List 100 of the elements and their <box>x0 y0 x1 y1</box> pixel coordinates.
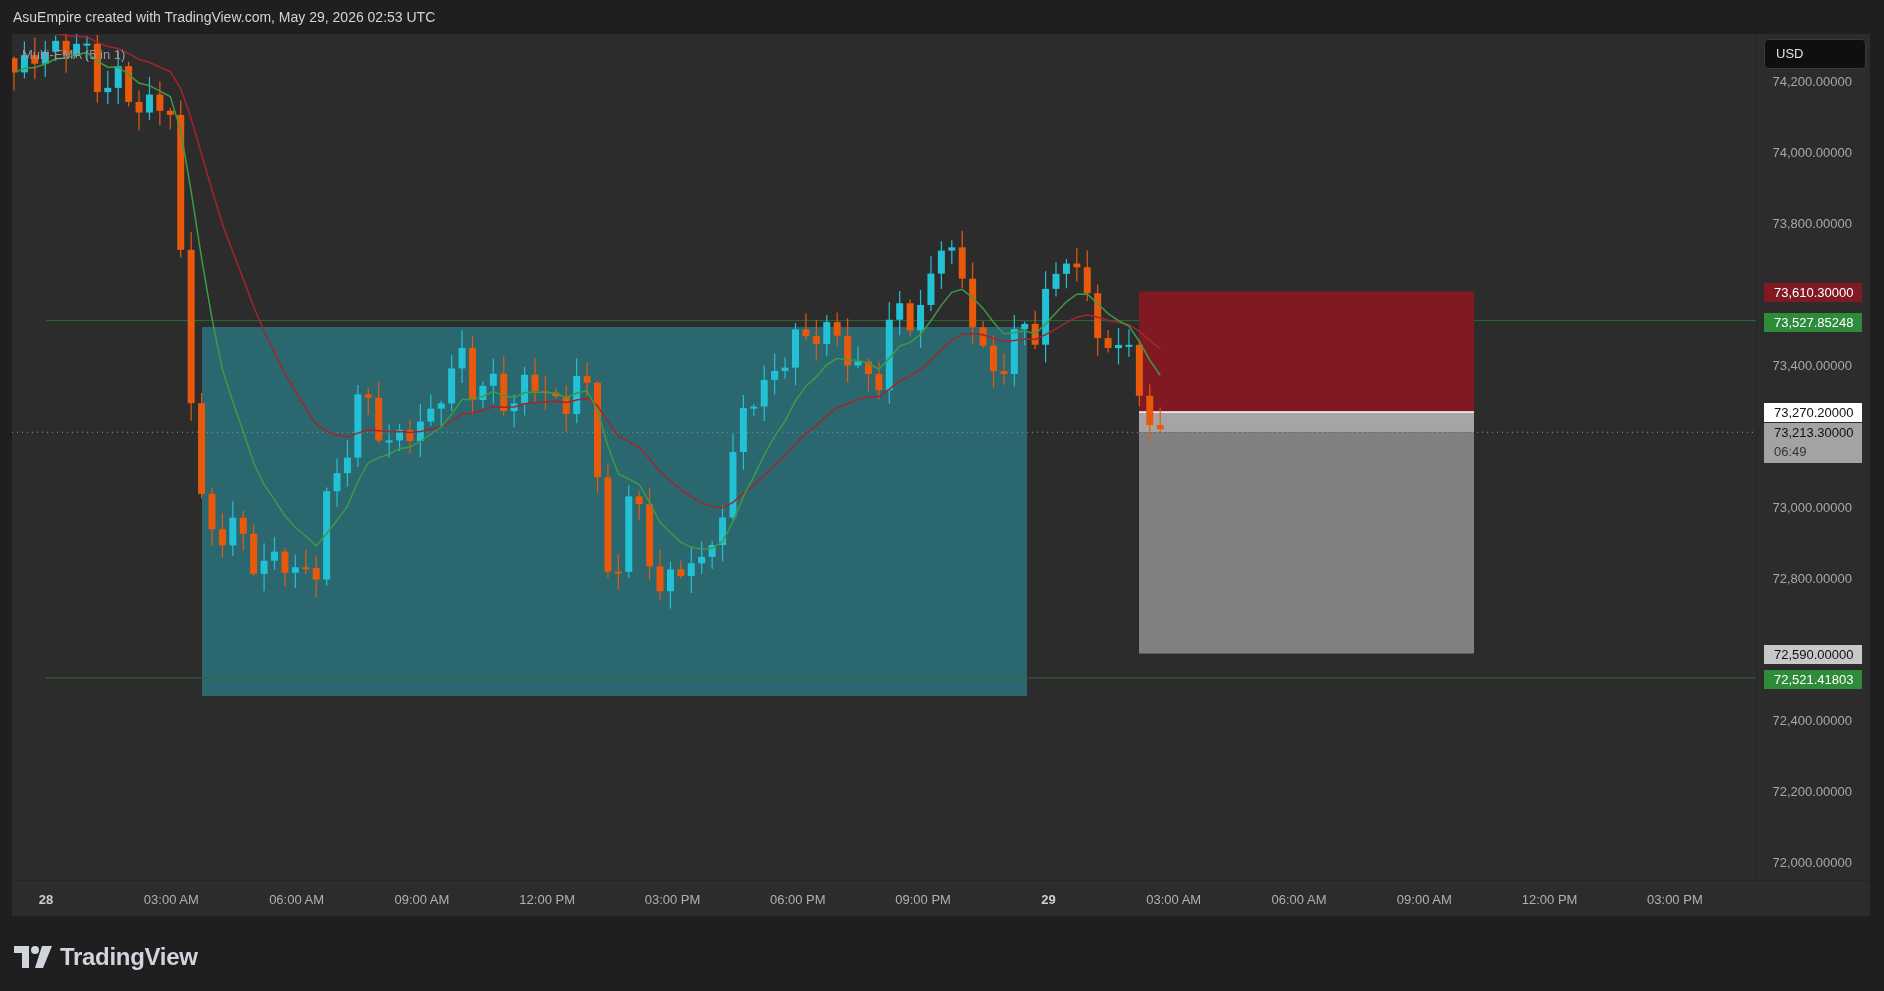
candle <box>406 418 414 454</box>
candle <box>635 490 643 521</box>
candle <box>312 555 320 598</box>
candle <box>531 357 539 403</box>
candle <box>1073 247 1081 283</box>
price-tag: 72,590.00000 <box>1764 645 1862 664</box>
candle <box>104 70 112 105</box>
candle <box>1031 310 1039 350</box>
time-label: 09:00 AM <box>394 891 450 909</box>
candle <box>979 320 987 349</box>
candle <box>823 314 831 357</box>
candle <box>1000 352 1008 386</box>
candle <box>375 380 383 444</box>
candle <box>833 311 841 348</box>
time-label: 12:00 PM <box>519 891 575 909</box>
candle <box>562 384 570 432</box>
candle <box>677 559 685 580</box>
time-label: 29 <box>1041 891 1056 909</box>
time-label: 03:00 AM <box>1146 891 1202 909</box>
candle <box>156 80 164 126</box>
candle <box>1146 383 1154 443</box>
price-label: 74,200.00000 <box>1772 74 1852 90</box>
chart-caption: AsuEmpire created with TradingView.com, May 29, 2026 02:53 UTC <box>13 7 436 27</box>
candle <box>500 356 508 417</box>
time-label: 06:00 PM <box>769 891 826 909</box>
price-label: 72,400.00000 <box>1772 713 1852 729</box>
candle <box>281 547 289 587</box>
candle <box>239 510 247 552</box>
candle <box>875 360 883 400</box>
candle <box>271 536 278 571</box>
candle <box>458 329 466 384</box>
candle <box>12 55 18 91</box>
time-label: 06:00 AM <box>1271 891 1327 909</box>
price-tag: 73,610.30000 <box>1764 283 1862 302</box>
candle <box>1115 327 1122 365</box>
candle <box>666 560 674 610</box>
candle <box>291 554 299 589</box>
candle <box>385 423 393 459</box>
price-tag: 73,527.85248 <box>1764 313 1862 332</box>
time-label: 28 <box>38 891 54 909</box>
candle <box>1021 320 1029 346</box>
candle <box>990 334 997 389</box>
candle <box>948 239 956 265</box>
time-label: 03:00 AM <box>143 891 199 909</box>
candle <box>208 487 216 547</box>
candle <box>229 500 237 557</box>
candle <box>448 354 456 412</box>
candle <box>145 76 153 121</box>
time-label: 03:00 PM <box>644 891 701 909</box>
candle <box>937 240 945 290</box>
candle <box>698 541 706 575</box>
candle <box>896 290 904 336</box>
candle <box>510 394 518 429</box>
candle <box>552 386 560 400</box>
candle <box>343 439 351 488</box>
price-tag: 73,213.30000 06:49 <box>1764 423 1862 463</box>
candle <box>1052 261 1060 298</box>
candle <box>1104 329 1112 353</box>
candle <box>333 457 341 508</box>
candle <box>906 298 914 338</box>
candle <box>687 545 695 594</box>
time-label: 06:00 AM <box>269 891 325 909</box>
price-tag: 72,521.41803 <box>1764 670 1862 689</box>
currency-button[interactable]: USD <box>1764 39 1866 69</box>
candle <box>1125 328 1133 358</box>
price-label: 72,800.00000 <box>1772 571 1852 587</box>
candle <box>396 423 404 452</box>
candle <box>250 523 258 578</box>
candle <box>125 61 133 107</box>
time-label: 09:00 PM <box>895 891 951 909</box>
candle <box>844 317 852 383</box>
price-tag: 73,270.20000 <box>1764 403 1862 422</box>
candle <box>166 107 174 130</box>
price-label: 73,800.00000 <box>1772 216 1852 232</box>
tradingview-logo-icon <box>14 946 52 968</box>
candle <box>614 553 622 591</box>
time-label: 09:00 AM <box>1396 891 1452 909</box>
candle <box>656 548 664 602</box>
price-label: 73,400.00000 <box>1772 358 1852 374</box>
candle <box>1083 249 1091 302</box>
candle <box>364 386 372 416</box>
candle <box>864 357 872 392</box>
price-label: 74,000.00000 <box>1772 145 1852 161</box>
candle <box>781 356 789 380</box>
candle <box>135 89 143 131</box>
candle <box>521 366 529 417</box>
candle <box>573 357 581 424</box>
time-label: 03:00 PM <box>1647 891 1703 909</box>
candle <box>1156 406 1164 433</box>
price-label: 73,000.00000 <box>1772 500 1852 516</box>
candle <box>708 540 716 570</box>
candle <box>719 505 727 562</box>
time-label: 12:00 PM <box>1521 891 1578 909</box>
candle <box>1062 258 1070 289</box>
candle <box>218 512 226 559</box>
candle <box>489 357 497 405</box>
candle <box>802 312 810 342</box>
candle <box>416 403 424 458</box>
price-label: 72,000.00000 <box>1772 855 1852 871</box>
candle <box>437 400 445 427</box>
